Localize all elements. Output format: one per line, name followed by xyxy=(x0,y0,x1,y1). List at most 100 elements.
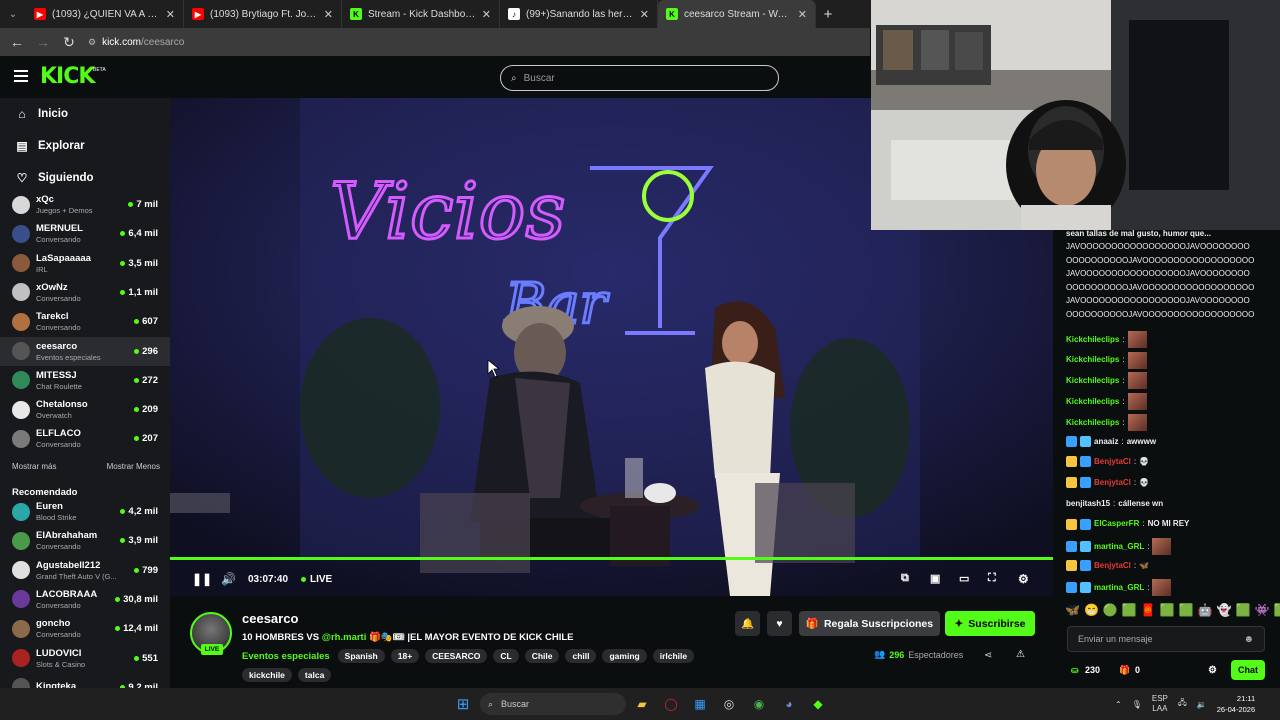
gift-icon[interactable]: 🎁 xyxy=(1119,665,1130,676)
emote-button-icon[interactable]: 👻 xyxy=(1217,603,1232,617)
back-arrow-icon[interactable]: ← xyxy=(10,34,24,50)
forward-arrow-icon[interactable]: → xyxy=(36,34,50,50)
steam-icon[interactable]: ◎ xyxy=(720,695,738,713)
sidebar-channel-elflaco[interactable]: ELFLACO Conversando 207 xyxy=(0,424,170,453)
emote-button-icon[interactable]: 🤖 xyxy=(1198,603,1213,617)
sidebar-channel-lasapaaaaa[interactable]: LaSapaaaaa IRL 3,5 mil xyxy=(0,249,170,278)
emote-button-icon[interactable]: 🦋 xyxy=(1065,603,1080,617)
emote-button-icon[interactable]: 👾 xyxy=(1255,603,1270,617)
chat-username[interactable]: anaaiz xyxy=(1094,435,1118,449)
gift-subs-button[interactable]: 🎁 Regala Suscripciones xyxy=(799,611,940,636)
discord-icon[interactable]: ◕ xyxy=(780,695,798,713)
emote-button-icon[interactable]: 🟩 xyxy=(1273,603,1280,617)
new-tab-button[interactable]: + xyxy=(816,0,840,28)
taskbar-search[interactable]: ⌕ Buscar xyxy=(480,693,626,715)
emote-button-icon[interactable]: 🧧 xyxy=(1141,603,1156,617)
kick-logo[interactable]: KICK xyxy=(40,64,95,89)
video-progress-bar[interactable] xyxy=(170,557,1053,560)
windows-start-icon[interactable]: ⊞ xyxy=(454,695,472,713)
volume-icon[interactable]: 🔊 xyxy=(221,572,236,586)
tab-close-icon[interactable]: ✕ xyxy=(640,8,649,21)
stream-tag[interactable]: irlchile xyxy=(652,649,695,663)
show-less-link[interactable]: Mostrar Menos xyxy=(107,462,160,471)
points-icon[interactable]: ⛀ xyxy=(1071,665,1079,676)
sidebar-channel-elabrahaham[interactable]: ElAbrahaham Conversando 3,9 mil xyxy=(0,526,170,555)
emoji-picker-icon[interactable]: ☻ xyxy=(1243,634,1254,645)
notification-bell-icon[interactable]: 🔔 xyxy=(735,611,760,636)
emote-button-icon[interactable]: 😁 xyxy=(1084,603,1099,617)
sidebar-channel-mernuel[interactable]: MERNUEL Conversando 6,4 mil xyxy=(0,219,170,248)
sidebar-channel-goncho[interactable]: goncho Conversando 12,4 mil xyxy=(0,614,170,643)
chat-username[interactable]: Kickchileclips xyxy=(1066,333,1119,347)
chat-username[interactable]: Kickchileclips xyxy=(1066,374,1119,388)
site-info-icon[interactable]: ⚙ xyxy=(88,37,96,48)
speaker-icon[interactable]: 🔉 xyxy=(1197,700,1207,709)
tab-search-chevron-icon[interactable]: ⌄ xyxy=(0,0,26,28)
sidebar-channel-ludovici[interactable]: LUDOVICI Slots & Casino 551 xyxy=(0,644,170,673)
emote-button-icon[interactable]: 🟩 xyxy=(1236,603,1251,617)
sidebar-nav-item[interactable]: ⌂ Inicio xyxy=(0,98,170,130)
sidebar-channel-mitessj[interactable]: MITESSJ Chat Roulette 272 xyxy=(0,366,170,395)
show-more-link[interactable]: Mostrar más xyxy=(12,462,56,471)
sidebar-channel-euren[interactable]: Euren Blood Strike 4,2 mil xyxy=(0,497,170,526)
chat-settings-icon[interactable]: ⚙ xyxy=(1208,665,1217,676)
network-icon[interactable]: 🖧 xyxy=(1178,697,1187,711)
sidebar-channel-xownz[interactable]: xOwNz Conversando 1,1 mil xyxy=(0,278,170,307)
chat-username[interactable]: BenjytaCl xyxy=(1094,455,1131,469)
browser-tab[interactable]: ▶ (1093) ¿QUIEN VA A GANAR LA ✕ xyxy=(26,0,184,28)
tab-close-icon[interactable]: ✕ xyxy=(798,8,807,21)
browser-tab[interactable]: ♪ (99+)Sanando las heridas del co ✕ xyxy=(500,0,658,28)
emote-button-icon[interactable]: 🟩 xyxy=(1179,603,1194,617)
tab-close-icon[interactable]: ✕ xyxy=(324,8,333,21)
stream-category[interactable]: Eventos especiales xyxy=(242,651,330,662)
stream-tag[interactable]: Spanish xyxy=(337,649,385,663)
emote-button-icon[interactable]: 🟢 xyxy=(1103,603,1118,617)
settings-gear-icon[interactable]: ⚙ xyxy=(1018,572,1029,586)
stream-tag[interactable]: CEESARCO xyxy=(425,649,488,663)
fullscreen-icon[interactable]: ⛶ xyxy=(988,572,996,585)
pip-icon[interactable]: ▭ xyxy=(959,572,969,585)
browser-tab[interactable]: Kceesarco Stream - Watch Li ✕ xyxy=(658,0,816,28)
stream-tag[interactable]: kickchile xyxy=(242,668,292,682)
sidebar-channel-kingteka[interactable]: Kingteka 9,2 mil xyxy=(0,673,170,688)
tab-close-icon[interactable]: ✕ xyxy=(482,8,491,21)
sidebar-channel-xqc[interactable]: xQc Juegos + Demos 7 mil xyxy=(0,190,170,219)
file-explorer-icon[interactable]: ▰ xyxy=(633,695,651,713)
share-icon[interactable]: ⋖ xyxy=(984,650,992,661)
sidebar-channel-ceesarco[interactable]: ceesarco Eventos especiales 296 xyxy=(0,336,170,366)
sidebar-channel-chetalonso[interactable]: Chetalonso Overwatch 209 xyxy=(0,395,170,424)
stream-tag[interactable]: 18+ xyxy=(390,649,420,663)
stream-tag[interactable]: chill xyxy=(565,649,597,663)
chat-username[interactable]: martina_GRL xyxy=(1094,581,1144,595)
streamer-name[interactable]: ceesarco xyxy=(242,611,298,626)
chat-username[interactable]: Kickchileclips xyxy=(1066,353,1119,367)
pause-icon[interactable]: ❚❚ xyxy=(192,572,212,586)
app-icon[interactable]: ▦ xyxy=(691,695,709,713)
tray-chevron-icon[interactable]: ⌃ xyxy=(1115,700,1122,709)
chat-username[interactable]: BenjytaCl xyxy=(1094,476,1131,490)
opera-icon[interactable]: ◯ xyxy=(662,695,680,713)
browser-tab[interactable]: ▶ (1093) Brytiago Ft. Jon Z - High ✕ xyxy=(184,0,342,28)
stream-tag[interactable]: gaming xyxy=(602,649,647,663)
language-indicator[interactable]: ESP LAA xyxy=(1152,694,1168,714)
microphone-icon[interactable]: 🎙 xyxy=(1132,700,1142,709)
kick-app-icon[interactable]: ◆ xyxy=(809,695,827,713)
chat-username[interactable]: benjitash15 xyxy=(1066,497,1110,511)
url-field[interactable]: ⚙ kick.com/ceesarco xyxy=(88,37,184,48)
clip-icon[interactable]: ⧉ xyxy=(901,572,909,585)
tab-close-icon[interactable]: ✕ xyxy=(166,8,175,21)
subscribe-button[interactable]: ✦ Suscribirse xyxy=(945,611,1035,636)
stream-title-mention[interactable]: @rh.marti xyxy=(322,632,367,643)
menu-icon[interactable] xyxy=(14,70,28,82)
sidebar-nav-item[interactable]: ▤ Explorar xyxy=(0,130,170,162)
chat-username[interactable]: Kickchileclips xyxy=(1066,416,1119,430)
sidebar-channel-lacobraaa[interactable]: LACOBRAAA Conversando 30,8 mil xyxy=(0,585,170,614)
chat-send-button[interactable]: Chat xyxy=(1231,660,1265,680)
live-indicator[interactable]: LIVE xyxy=(301,574,332,585)
chrome-icon[interactable]: ◉ xyxy=(750,695,768,713)
chat-username[interactable]: Kickchileclips xyxy=(1066,395,1119,409)
sidebar-channel-tarekcl[interactable]: Tarekcl Conversando 607 xyxy=(0,307,170,336)
theater-mode-icon[interactable]: ▣ xyxy=(930,572,940,585)
chat-input[interactable]: Enviar un mensaje ☻ xyxy=(1067,626,1265,652)
emote-button-icon[interactable]: 🟩 xyxy=(1122,603,1137,617)
